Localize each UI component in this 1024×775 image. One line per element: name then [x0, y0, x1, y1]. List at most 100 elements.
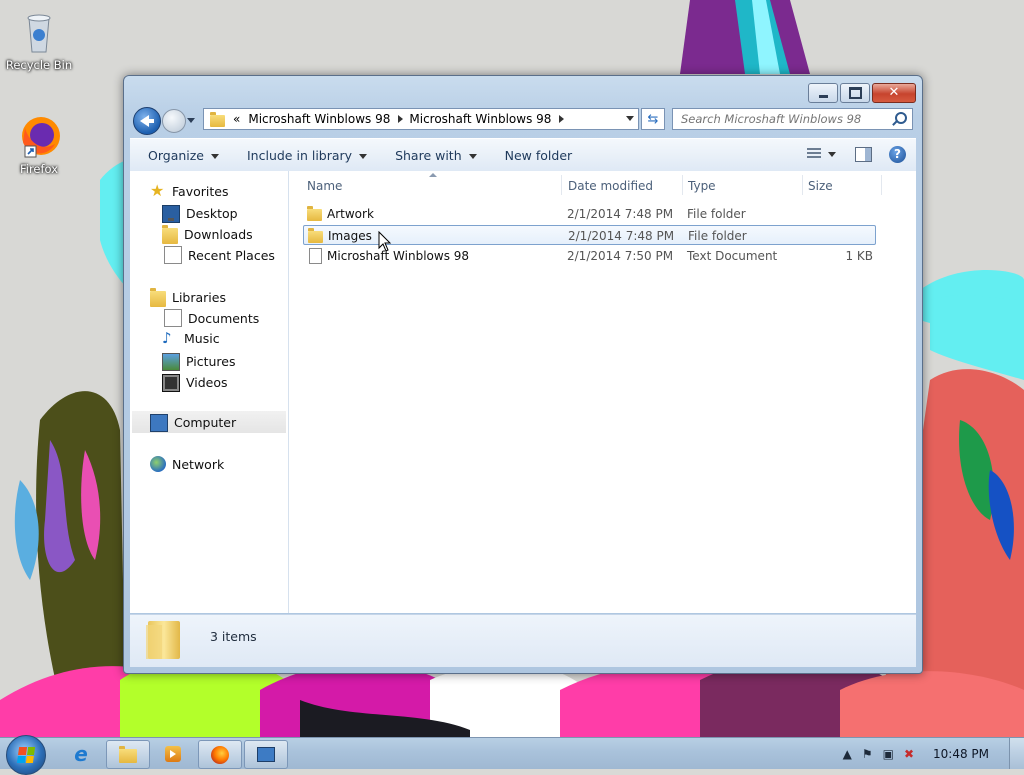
nav-label: Pictures	[186, 353, 236, 369]
change-view-button[interactable]	[807, 148, 836, 159]
nav-label: Music	[184, 330, 220, 346]
file-name: Images	[328, 229, 372, 243]
column-header-type[interactable]: Type	[688, 179, 716, 193]
windows-logo-icon	[16, 747, 36, 763]
close-button[interactable]: ✕	[872, 83, 916, 103]
taskbar-media-player[interactable]	[152, 740, 194, 767]
share-with-button[interactable]: Share with	[395, 148, 477, 163]
breadcrumb-arrow-icon[interactable]	[398, 115, 404, 123]
include-in-library-button[interactable]: Include in library	[247, 148, 368, 163]
nav-documents[interactable]: Documents	[162, 309, 259, 327]
volume-muted-icon[interactable]: ✖	[904, 747, 914, 761]
pictures-icon	[162, 353, 180, 371]
file-date: 2/1/2014 7:50 PM	[567, 249, 674, 263]
nav-favorites[interactable]: ★ Favorites	[150, 183, 228, 199]
nav-pictures[interactable]: Pictures	[162, 351, 236, 371]
explorer-folder-icon	[119, 746, 137, 763]
chevron-down-icon	[359, 153, 368, 159]
details-view-icon	[807, 148, 821, 159]
chevron-down-icon	[828, 152, 836, 157]
address-overflow[interactable]: «	[233, 112, 240, 126]
taskbar-windows-explorer[interactable]	[106, 740, 150, 769]
sort-ascending-icon	[429, 173, 437, 177]
command-bar: Organize Include in library Share with N…	[130, 138, 916, 172]
column-divider[interactable]	[561, 175, 562, 195]
file-name: Artwork	[327, 207, 374, 221]
address-history-dropdown-icon[interactable]	[626, 116, 634, 125]
documents-icon	[164, 309, 182, 327]
nav-desktop[interactable]: Desktop	[162, 204, 238, 223]
refresh-button[interactable]: ⇆	[641, 108, 665, 130]
column-header-size[interactable]: Size	[808, 179, 833, 193]
taskbar-firefox[interactable]	[198, 740, 242, 769]
column-divider[interactable]	[802, 175, 803, 195]
nav-label: Recent Places	[188, 247, 275, 263]
nav-network[interactable]: Network	[150, 456, 224, 472]
maximize-icon	[848, 87, 862, 99]
nav-computer[interactable]: Computer	[132, 411, 286, 433]
nav-label: Favorites	[172, 183, 229, 199]
internet-explorer-icon: e	[74, 741, 88, 766]
libraries-icon	[150, 288, 166, 307]
nav-label: Network	[172, 456, 225, 472]
minimize-button[interactable]	[808, 83, 838, 103]
taskbar-remote-desktop[interactable]	[244, 740, 288, 769]
address-bar[interactable]: « Microshaft Winblows 98 Microshaft Winb…	[203, 108, 639, 130]
file-type: Text Document	[687, 249, 778, 263]
new-folder-button[interactable]: New folder	[505, 148, 573, 163]
breadcrumb-segment[interactable]: Microshaft Winblows 98	[409, 112, 551, 126]
close-icon: ✕	[888, 85, 900, 100]
file-row-artwork[interactable]: Artwork 2/1/2014 7:48 PM File folder	[303, 204, 876, 224]
desktop-icon-recycle-bin[interactable]: Recycle Bin	[3, 8, 75, 72]
column-header-date[interactable]: Date modified	[568, 179, 653, 193]
column-header-name[interactable]: Name	[307, 179, 342, 193]
nav-videos[interactable]: Videos	[162, 372, 228, 392]
help-button[interactable]: ?	[889, 146, 906, 163]
column-divider[interactable]	[881, 175, 882, 195]
show-hidden-icons-icon[interactable]: ▲	[843, 747, 852, 761]
back-button[interactable]	[133, 107, 161, 135]
chevron-down-icon	[468, 153, 477, 159]
breadcrumb-arrow-icon[interactable]	[559, 115, 565, 123]
star-icon: ★	[150, 181, 165, 200]
nav-label: Videos	[186, 374, 228, 390]
file-type: File folder	[688, 229, 747, 243]
taskbar-internet-explorer[interactable]: e	[60, 740, 102, 767]
organize-label: Organize	[148, 147, 204, 163]
recycle-bin-icon	[15, 8, 63, 56]
desktop-icon	[162, 205, 180, 223]
search-input[interactable]	[679, 111, 893, 127]
nav-downloads[interactable]: Downloads	[162, 225, 253, 244]
desktop-icon-label: Firefox	[19, 162, 59, 176]
details-pane: 3 items	[130, 614, 916, 667]
search-box[interactable]	[672, 108, 913, 130]
action-center-flag-icon[interactable]: ⚑	[862, 747, 873, 761]
videos-icon	[162, 374, 180, 392]
maximize-button[interactable]	[840, 83, 870, 103]
recent-places-icon	[164, 246, 182, 264]
search-icon[interactable]	[895, 112, 907, 124]
network-tray-icon[interactable]: ▣	[883, 747, 894, 761]
nav-music[interactable]: ♪ Music	[162, 330, 220, 346]
firefox-icon	[211, 745, 229, 764]
folder-icon	[308, 228, 323, 243]
recent-pages-dropdown[interactable]	[187, 118, 195, 127]
file-name: Microshaft Winblows 98	[327, 249, 470, 263]
start-button[interactable]	[6, 735, 46, 775]
desktop-icon-firefox[interactable]: Firefox	[3, 112, 75, 176]
caption-buttons: ✕	[808, 83, 916, 103]
clock[interactable]: 10:48 PM	[933, 747, 989, 761]
system-tray: ▲ ⚑ ▣ ✖ 10:48 PM	[838, 738, 1024, 769]
column-divider[interactable]	[682, 175, 683, 195]
organize-button[interactable]: Organize	[148, 148, 219, 163]
nav-recent-places[interactable]: Recent Places	[162, 246, 275, 264]
item-count: 3 items	[210, 629, 257, 644]
show-desktop-button[interactable]	[1009, 738, 1024, 769]
breadcrumb-segment[interactable]: Microshaft Winblows 98	[248, 112, 390, 126]
preview-pane-button[interactable]	[855, 147, 872, 162]
nav-label: Desktop	[186, 206, 238, 221]
forward-button[interactable]	[162, 109, 186, 133]
nav-libraries[interactable]: Libraries	[150, 288, 226, 307]
network-icon	[150, 456, 166, 472]
help-icon: ?	[894, 147, 901, 161]
